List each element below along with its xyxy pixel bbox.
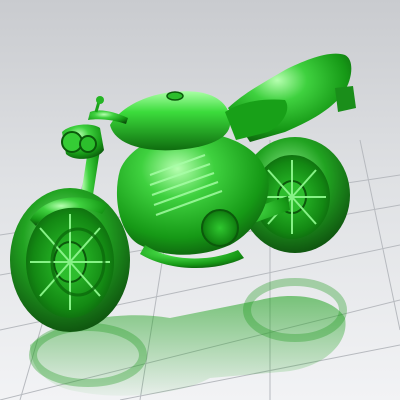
engine-block[interactable] [116,131,269,255]
fuel-tank[interactable] [110,91,231,151]
headlight-secondary [79,135,97,153]
license-plate-bracket [335,86,356,112]
engine-cover [201,209,239,247]
fuel-cap [166,91,184,101]
mirror [96,96,104,104]
headlight [61,131,83,153]
front-wheel[interactable] [10,188,130,332]
3d-viewport[interactable] [0,0,400,400]
motorcycle-scene[interactable] [0,0,400,400]
